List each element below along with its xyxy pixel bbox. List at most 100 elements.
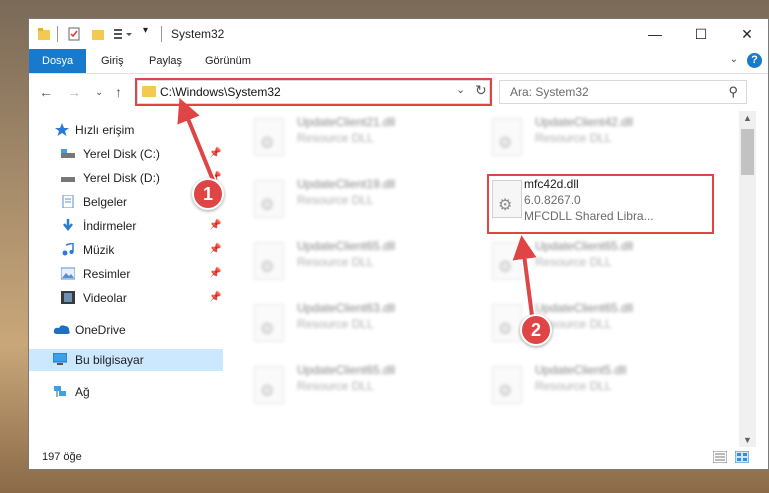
dll-file-icon [254,180,284,218]
file-name: UpdateClient21.dll [297,115,396,129]
sidebar-item-label: İndirmeler [83,219,137,233]
sidebar-item-label: Videolar [83,291,127,305]
sidebar-item-network[interactable]: Ağ [29,381,223,403]
drive-icon [61,177,75,182]
properties-icon[interactable] [67,26,81,42]
recent-locations-chevron-icon[interactable]: ⌄ [95,87,103,98]
list-item[interactable]: UpdateClient19.dll Resource DLL [224,175,454,225]
scroll-up-icon[interactable]: ▲ [743,113,752,123]
dll-file-icon [254,242,284,280]
title-divider [161,26,162,42]
navigation-bar: ← → ⌄ ↑ C:\Windows\System32 ⌄ ↻ Ara: Sys… [29,74,768,110]
dll-file-icon [492,366,522,404]
file-type: Resource DLL [535,131,612,145]
file-name: UpdateClient65.dll [297,239,396,253]
tab-view[interactable]: Görünüm [195,49,261,73]
pin-icon: 📌 [209,244,222,255]
pin-icon: 📌 [209,220,222,231]
file-name: UpdateClient5.dll [535,363,627,377]
large-icons-view-icon[interactable] [735,451,749,463]
list-item[interactable]: UpdateClient65.dll Resource DLL [224,361,454,411]
dll-file-icon [254,366,284,404]
list-item[interactable]: UpdateClient5.dll Resource DLL [462,361,692,411]
search-input[interactable]: Ara: System32 [510,85,589,99]
file-type: Resource DLL [297,317,374,331]
step-2-badge: 2 [520,314,552,346]
music-icon [62,243,74,256]
sidebar-item-downloads[interactable]: İndirmeler 📌 [29,215,223,237]
file-name: UpdateClient19.dll [297,177,396,191]
pin-icon: 📌 [209,268,222,279]
expand-ribbon-icon[interactable]: ⌄ [730,54,738,65]
sidebar-item-this-pc[interactable]: Bu bilgisayar [29,349,223,371]
list-item[interactable]: UpdateClient63.dll Resource DLL [224,299,454,349]
customize-toolbar-icon[interactable] [113,26,133,42]
dll-file-icon [254,118,284,156]
sidebar-item-label: Bu bilgisayar [75,353,144,367]
file-type: Resource DLL [535,379,612,393]
file-type: Resource DLL [297,193,374,207]
tab-file[interactable]: Dosya [29,49,87,73]
sidebar-item-label: Belgeler [83,195,128,209]
sidebar-item-label: Ağ [75,385,90,399]
step-1-badge: 1 [192,178,224,210]
network-icon [54,386,66,397]
maximize-icon: ☐ [694,25,708,42]
close-icon: ✕ [741,25,753,42]
scroll-down-icon[interactable]: ▼ [743,435,752,445]
minimize-button[interactable]: — [632,19,678,49]
title-bar: ▾ System32 — ☐ ✕ [29,19,768,49]
tab-home[interactable]: Giriş [91,49,134,73]
file-type: Resource DLL [297,379,374,393]
window-title: System32 [171,27,225,41]
file-list: UpdateClient21.dll Resource DLL UpdateCl… [224,111,739,447]
list-item[interactable]: UpdateClient65.dll Resource DLL [462,237,692,287]
forward-arrow-icon[interactable]: → [67,84,81,100]
drive-icon [61,149,75,158]
list-item[interactable]: UpdateClient65.dll Resource DLL [224,237,454,287]
sidebar-item-label: OneDrive [75,323,126,337]
file-name: UpdateClient42.dll [535,115,634,129]
cloud-icon [53,325,70,334]
computer-icon [53,353,67,365]
help-icon[interactable]: ? [747,53,762,68]
maximize-button[interactable]: ☐ [678,19,724,49]
search-box[interactable]: Ara: System32 ⚲ [499,80,747,104]
file-name: UpdateClient65.dll [297,363,396,377]
title-divider [57,26,58,42]
scrollbar-thumb[interactable] [741,129,754,175]
sidebar-item-label: Müzik [83,243,115,257]
folder-icon [38,28,50,40]
tab-share[interactable]: Paylaş [139,49,192,73]
sidebar-item-label: Yerel Disk (D:) [83,171,160,185]
video-icon [61,291,75,304]
dll-file-icon [254,304,284,342]
sidebar-item-music[interactable]: Müzik 📌 [29,239,223,261]
status-bar: 197 öğe [29,447,768,469]
sidebar-item-onedrive[interactable]: OneDrive [29,319,223,341]
details-view-icon[interactable] [713,451,727,463]
star-icon [55,123,69,136]
dll-file-icon [492,118,522,156]
explorer-window: ▾ System32 — ☐ ✕ Dosya Giriş Paylaş Görü… [28,18,769,470]
close-button[interactable]: ✕ [724,19,769,49]
list-item[interactable]: UpdateClient42.dll Resource DLL [462,113,692,163]
download-icon [63,219,73,232]
vertical-scrollbar[interactable]: ▲ ▼ [739,111,756,447]
back-arrow-icon[interactable]: ← [39,84,53,100]
pictures-icon [61,267,75,280]
item-count: 197 öğe [42,451,82,463]
search-icon[interactable]: ⚲ [728,84,738,100]
sidebar-item-label: Resimler [83,267,131,281]
new-folder-icon[interactable] [91,26,105,42]
ribbon: Dosya Giriş Paylaş Görünüm ⌄ ? [29,49,768,74]
list-item[interactable]: UpdateClient65.dll Resource DLL [462,299,692,349]
sidebar-item-videos[interactable]: Videolar 📌 [29,287,223,309]
quick-access-dropdown-icon[interactable]: ▾ [143,25,148,41]
pin-icon: 📌 [209,292,222,303]
list-item[interactable]: UpdateClient21.dll Resource DLL [224,113,454,163]
minimize-icon: — [648,26,662,42]
up-arrow-icon[interactable]: ↑ [115,84,122,100]
sidebar-item-pictures[interactable]: Resimler 📌 [29,263,223,285]
file-name: UpdateClient63.dll [297,301,396,315]
